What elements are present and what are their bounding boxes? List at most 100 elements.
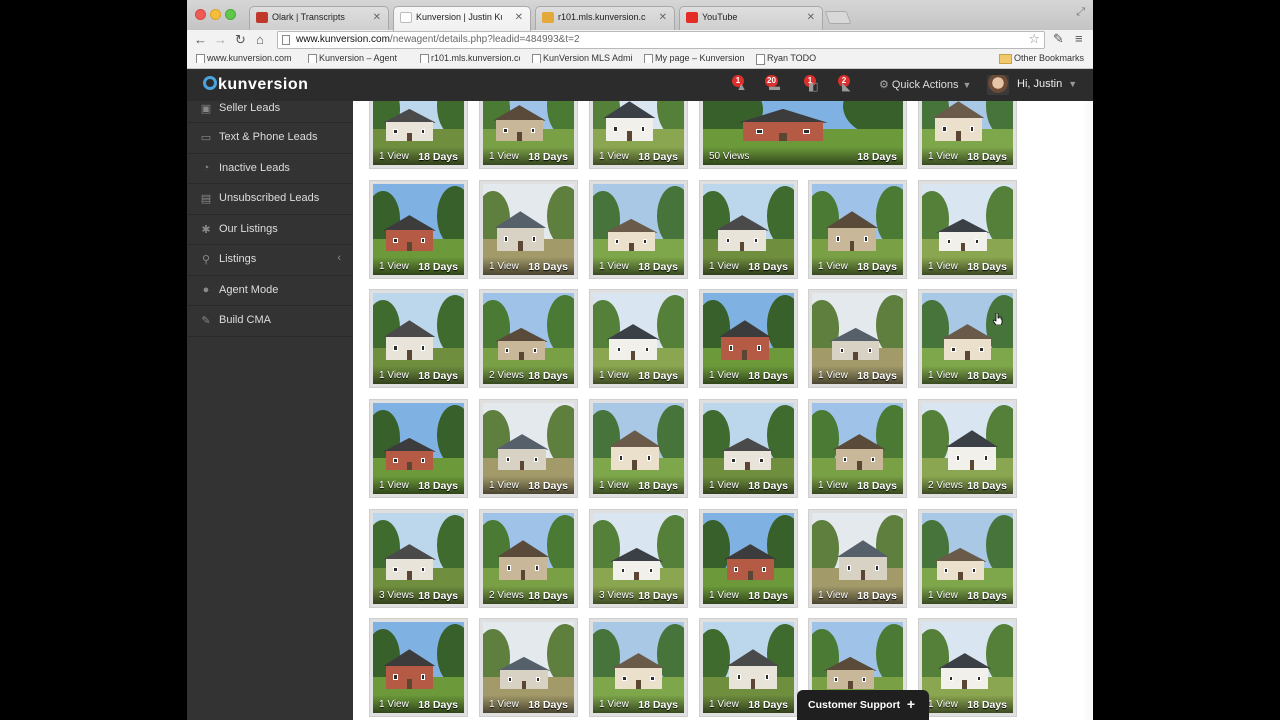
listing-thumbnail[interactable]: 3 Views 18 Days [589,509,688,608]
listing-thumbnail[interactable]: 1 View 18 Days [699,399,798,498]
sidebar-item-build-cma[interactable]: ✎ Build CMA [187,306,353,337]
listing-thumbnail[interactable]: 1 View 18 Days [479,618,578,717]
phone-notification[interactable]: 2 ◣ [838,75,858,93]
listing-days-on-market: 18 Days [967,590,1007,602]
listing-days-on-market: 18 Days [528,590,568,602]
customer-support-button[interactable]: Customer Support + [797,690,929,720]
back-arrow-icon[interactable]: ← [194,31,207,49]
tab-kunversion[interactable]: Kunversion | Justin Kunversion ✕ [393,6,531,31]
listing-thumbnail[interactable]: 1 View 18 Days [589,289,688,388]
sidebar-item-seller-leads[interactable]: ▣ Seller Leads [187,101,353,123]
listing-thumbnail[interactable]: 1 View 18 Days [808,289,907,388]
minimize-window-button[interactable] [210,9,221,20]
bookmark-item[interactable]: www.kunversion.com [196,53,296,63]
tab-olark[interactable]: Olark | Transcripts ✕ [249,6,389,30]
tab-youtube[interactable]: YouTube ✕ [679,6,823,30]
bookmark-item[interactable]: Ryan TODO [756,53,816,65]
home-icon[interactable]: ⌂ [256,31,264,49]
tab-mls[interactable]: r101.mls.kunversion.com ✕ [535,6,675,30]
listing-thumbnail[interactable]: 1 View 18 Days [918,101,1017,169]
listing-thumbnail[interactable]: 2 Views 18 Days [918,399,1017,498]
listing-thumbnail[interactable]: 1 View 18 Days [479,399,578,498]
address-bar[interactable]: www.kunversion.com/newagent/details.php?… [277,31,1045,49]
comments-notification[interactable]: 1 ◧ [804,75,824,93]
sidebar-item-label: Build CMA [219,314,271,326]
chat-notification[interactable]: 20 ▬ [765,75,785,93]
kunversion-logo[interactable]: kunversion [203,76,308,94]
extension-icon[interactable]: ✎ [1053,31,1064,47]
listing-thumbnail[interactable]: 1 View 18 Days [918,509,1017,608]
mls-icon [542,12,554,23]
scrollbar[interactable] [1085,101,1093,720]
listing-thumbnail[interactable]: 1 View 18 Days [589,101,688,169]
bell-notification[interactable]: 1 ▲ [732,75,752,93]
fullscreen-icon[interactable]: ⤢ [1076,6,1085,19]
listing-thumbnail[interactable]: 50 Views 18 Days [699,101,907,169]
bookmark-star-icon[interactable]: ☆ [1028,31,1040,47]
listing-thumbnail[interactable]: 1 View 18 Days [699,289,798,388]
listing-thumbnail[interactable]: 1 View 18 Days [369,289,468,388]
bookmark-item[interactable]: r101.mls.kunversion.com [420,53,520,63]
quick-actions-menu[interactable]: ⚙ Quick Actions ▼ [879,78,971,91]
sidebar-item-inactive-leads[interactable]: ◔ Inactive Leads [187,154,353,184]
listing-thumbnail[interactable]: 1 View 18 Days [369,101,468,169]
listing-thumbnail[interactable]: 1 View 18 Days [369,180,468,279]
listing-view-count: 1 View [928,151,958,162]
avatar[interactable] [987,75,1009,95]
forward-arrow-icon[interactable]: → [214,31,227,49]
listing-thumbnail[interactable]: 1 View 18 Days [808,509,907,608]
listing-thumbnail[interactable]: 1 View 18 Days [479,180,578,279]
close-icon[interactable]: ✕ [373,12,381,23]
menu-icon[interactable]: ≡ [1075,31,1083,46]
sidebar-item-listings[interactable]: ⚲ Listings ‹ [187,245,353,276]
listing-thumbnail[interactable]: 1 View 18 Days [699,180,798,279]
bookmark-item[interactable]: My page – Kunversion [644,53,744,63]
listing-view-count: 1 View [599,699,629,710]
listing-thumbnail[interactable]: 1 View 18 Days [369,399,468,498]
bookmark-item[interactable]: KunVersion MLS Admin [532,53,632,63]
listing-caption: 2 Views 18 Days [483,366,574,384]
listing-caption: 1 View 18 Days [922,257,1013,275]
sidebar-item-agent-mode[interactable]: ● Agent Mode [187,276,353,306]
listing-thumbnail[interactable]: 1 View 18 Days [918,180,1017,279]
close-window-button[interactable] [195,9,206,20]
listing-thumbnail[interactable]: 1 View 18 Days [589,399,688,498]
user-greeting: Hi, Justin [1017,78,1063,90]
listing-view-count: 1 View [928,370,958,381]
listing-thumbnail[interactable]: 1 View 18 Days [699,618,798,717]
listing-thumbnail[interactable]: 1 View 18 Days [589,618,688,717]
other-bookmarks-folder[interactable]: Other Bookmarks [999,53,1084,64]
listing-thumbnail[interactable]: 3 Views 18 Days [369,509,468,608]
bookmark-item[interactable]: Kunversion – Agent [308,53,408,63]
sidebar-item-unsubscribed-leads[interactable]: ▤ Unsubscribed Leads [187,184,353,215]
chevron-down-icon: ▼ [1068,79,1078,89]
maximize-window-button[interactable] [225,9,236,20]
listing-thumbnail[interactable]: 1 View 18 Days [808,180,907,279]
listing-days-on-market: 18 Days [857,151,897,163]
listing-days-on-market: 18 Days [418,699,458,711]
sidebar-item-our-listings[interactable]: ✱ Our Listings [187,215,353,245]
listing-view-count: 1 View [599,261,629,272]
close-icon[interactable]: ✕ [659,12,667,23]
listing-thumbnail[interactable]: 1 View 18 Days [699,509,798,608]
close-icon[interactable]: ✕ [515,12,523,23]
listing-thumbnail[interactable]: 1 View 18 Days [369,618,468,717]
user-menu[interactable]: Hi, Justin ▼ [1017,78,1077,90]
bell-icon: ▲ [736,81,747,93]
new-tab-button[interactable] [824,11,852,24]
tab-strip: Olark | Transcripts ✕ Kunversion | Justi… [187,0,1093,31]
listing-caption: 1 View 18 Days [593,147,684,165]
listing-view-count: 1 View [818,480,848,491]
listing-thumbnail[interactable]: 1 View 18 Days [918,289,1017,388]
close-icon[interactable]: ✕ [807,12,815,23]
map-marker-icon: ⚲ [201,254,211,266]
listing-thumbnail[interactable]: 1 View 18 Days [589,180,688,279]
listing-thumbnail[interactable]: 1 View 18 Days [808,399,907,498]
listing-thumbnail[interactable]: 2 Views 18 Days [479,509,578,608]
listing-thumbnail[interactable]: 1 View 18 Days [479,101,578,169]
sidebar-item-text-phone-leads[interactable]: ▭ Text & Phone Leads [187,123,353,154]
listing-thumbnail[interactable]: 1 View 18 Days [918,618,1017,717]
listing-caption: 1 View 18 Days [703,695,794,713]
reload-icon[interactable]: ↻ [235,31,246,49]
listing-thumbnail[interactable]: 2 Views 18 Days [479,289,578,388]
